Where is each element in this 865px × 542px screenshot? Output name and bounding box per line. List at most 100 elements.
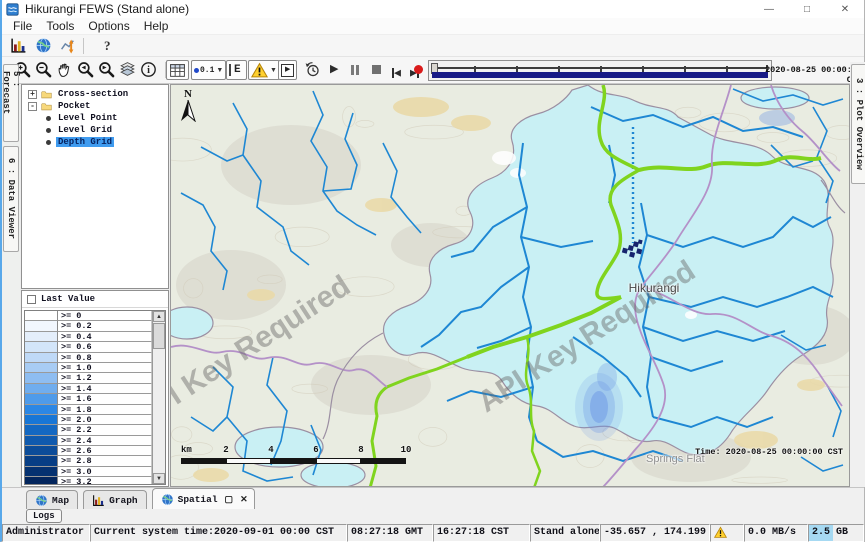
profile-button[interactable]: E: [226, 60, 247, 80]
legend-value: >= 3.0: [58, 467, 152, 477]
pan-button[interactable]: [56, 61, 73, 78]
menu-help[interactable]: Help: [137, 19, 176, 33]
map-canvas[interactable]: [171, 85, 850, 487]
tab-map-label: Map: [52, 495, 69, 506]
menu-tools[interactable]: Tools: [39, 19, 81, 33]
map-display-button[interactable]: [35, 37, 52, 54]
last-value-checkbox[interactable]: [27, 295, 36, 304]
legend-value: >= 1.6: [58, 394, 152, 404]
timeline-datetime: 2020-08-25 00:00:00 CST: [747, 65, 862, 85]
animation-settings-button[interactable]: [304, 61, 321, 78]
zoom-next-button[interactable]: [98, 61, 115, 78]
bar-chart-icon: [92, 494, 105, 507]
warnings-dropdown[interactable]: ▼: [248, 60, 280, 80]
legend-row: >= 3.0: [25, 467, 165, 477]
zoom-previous-button[interactable]: [77, 61, 94, 78]
legend-row: >= 2.4: [25, 436, 165, 446]
last-value-label: Last Value: [41, 294, 95, 304]
legend-swatch: [25, 342, 58, 352]
shortcut-tab-plot-overview[interactable]: 3 : Plot Overview: [851, 64, 865, 184]
tab-spatial[interactable]: Spatial ▢ ✕: [152, 488, 255, 509]
shortcut-tab-forecast[interactable]: 5 : Forecast: [3, 64, 19, 142]
menu-options[interactable]: Options: [81, 19, 136, 33]
status-network-speed: 0.0 MB/s: [744, 524, 808, 542]
record-icon: [414, 65, 423, 74]
timeline-progress-bar: [432, 72, 768, 78]
bottom-tab-bar: Map Graph Spatial ▢ ✕: [2, 487, 864, 509]
help-button[interactable]: ?: [104, 38, 111, 54]
scale-tick-label: 10: [401, 445, 412, 455]
timeseries-icon: [60, 37, 77, 54]
scroll-down-icon[interactable]: ▼: [153, 473, 165, 484]
contour-scale-dropdown[interactable]: 0.1▼: [191, 60, 226, 80]
status-coordinates: -35.657 , 174.199: [600, 524, 710, 542]
legend-row: >= 3.2: [25, 477, 165, 485]
north-arrow-icon: [180, 100, 196, 122]
legend-row: >= 1.6: [25, 394, 165, 404]
menu-file[interactable]: File: [6, 19, 39, 33]
legend-swatch: [25, 353, 58, 363]
maximize-button[interactable]: □: [788, 0, 826, 18]
legend-scrollbar[interactable]: ▲ ▼: [152, 311, 165, 484]
zoom-out-button[interactable]: [35, 61, 52, 78]
layers-button[interactable]: [119, 61, 136, 78]
scroll-thumb[interactable]: [153, 323, 165, 349]
logs-display-button[interactable]: [10, 37, 27, 54]
zoom-previous-icon: [77, 61, 94, 78]
tab-graph-label: Graph: [109, 495, 138, 506]
grid-toggle-button[interactable]: [166, 60, 189, 80]
zoom-next-icon: [98, 61, 115, 78]
tab-map[interactable]: Map: [26, 490, 78, 509]
timeseries-display-button[interactable]: [60, 37, 77, 54]
window-title: Hikurangi FEWS (Stand alone): [25, 2, 189, 16]
animation-window-button[interactable]: ▶: [278, 60, 297, 80]
info-button[interactable]: [140, 61, 157, 78]
tree-item-cross-section[interactable]: +Cross-section: [22, 88, 168, 100]
map-view[interactable]: API Key Required API Key Required N Hiku…: [170, 84, 850, 487]
globe-icon: [35, 37, 52, 54]
map-time-label: Time: 2020-08-25 00:00:00 CST: [695, 447, 843, 457]
pause-button[interactable]: [351, 65, 359, 75]
north-arrow: N: [179, 88, 197, 127]
scale-segment: [316, 458, 361, 464]
tree-item-depth-grid[interactable]: Depth Grid: [22, 136, 168, 148]
tree-expander[interactable]: +: [28, 90, 37, 99]
legend-value: >= 1.8: [58, 405, 152, 415]
legend-swatch: [25, 425, 58, 435]
place-label-hikurangi: Hikurangi: [599, 281, 709, 295]
tree-item-pocket[interactable]: -Pocket: [22, 100, 168, 112]
dot-icon: [194, 68, 199, 73]
minimize-button[interactable]: —: [750, 0, 788, 18]
tab-graph[interactable]: Graph: [83, 490, 147, 509]
shortcut-tab-data-viewer[interactable]: 6 : Data Viewer: [3, 146, 19, 252]
stop-button[interactable]: [372, 65, 381, 74]
step-to-start-button[interactable]: ◀: [392, 64, 401, 82]
tree-item-level-grid[interactable]: Level Grid: [22, 124, 168, 136]
tree-item-level-point[interactable]: Level Point: [22, 112, 168, 124]
step-start-icon: ◀: [392, 64, 401, 82]
legend-value: >= 1.0: [58, 363, 152, 373]
warning-icon: [251, 62, 268, 79]
status-warning[interactable]: [710, 524, 744, 542]
timeline-slider[interactable]: [428, 60, 772, 81]
tab-maximize-icon[interactable]: ▢: [225, 494, 234, 505]
memory-text: 2.5 GB: [812, 527, 848, 538]
scale-segment: [181, 458, 226, 464]
close-button[interactable]: ✕: [826, 0, 864, 18]
status-user: Administrator: [2, 524, 90, 542]
play-button[interactable]: ▶: [330, 61, 338, 78]
legend-swatch: [25, 363, 58, 373]
legend-swatch: [25, 436, 58, 446]
legend-row: >= 2.0: [25, 415, 165, 425]
scroll-up-icon[interactable]: ▲: [153, 311, 165, 322]
record-button[interactable]: [414, 65, 423, 74]
last-value-row: Last Value: [22, 291, 168, 308]
bullet-icon: [46, 128, 51, 133]
legend-swatch: [25, 415, 58, 425]
tab-spatial-label: Spatial: [178, 494, 218, 505]
tab-close-icon[interactable]: ✕: [240, 494, 248, 505]
zoom-out-icon: [35, 61, 52, 78]
legend-value: >= 0.4: [58, 332, 152, 342]
logs-button[interactable]: Logs: [26, 509, 62, 523]
tree-expander[interactable]: -: [28, 102, 37, 111]
